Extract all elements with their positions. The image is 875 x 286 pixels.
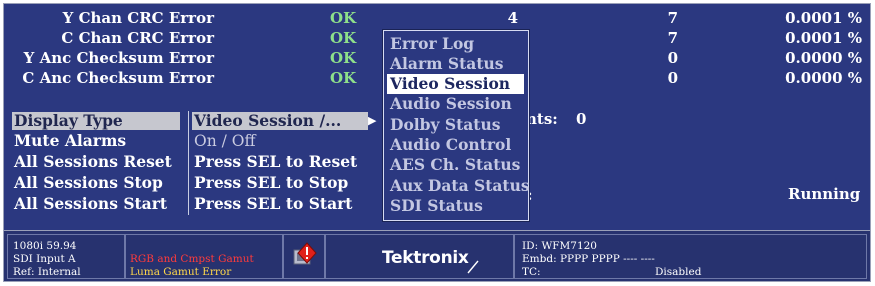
signal-info-box: 1080i 59.94 SDI Input A Ref: Internal [7,234,125,279]
menu-item-label: All Sessions Reset [14,152,172,171]
error-label: C Chan CRC Error [61,29,214,47]
events-label: nts: [526,110,558,128]
error-label: Y Anc Checksum Error [23,49,214,67]
error-status-ok: OK [330,29,357,47]
popup-item-audio-session[interactable]: Audio Session [390,94,524,114]
menu-item-value: Video Session /... [194,111,342,130]
waveform-monitor-screen: Y Chan CRC Error C Chan CRC Error Y Anc … [3,3,871,282]
popup-item-aux-data-status[interactable]: Aux Data Status [390,176,530,196]
error-label: Y Chan CRC Error [62,9,214,27]
popup-item-audio-control[interactable]: Audio Control [390,135,524,155]
error-count: 0 [667,69,678,87]
display-type-popup: Error Log Alarm Status Video Session Aud… [383,30,530,221]
events-value: 0 [576,110,587,128]
popup-item-alarm-status[interactable]: Alarm Status [390,54,524,74]
embedded-audio-status: Embd: PPPP PPPP ---- ---- [522,253,655,265]
menu-item-label: Display Type [14,111,123,130]
menu-item-label: Mute Alarms [14,131,127,150]
error-label: C Anc Checksum Error [22,69,214,87]
menu-row-mute-alarms[interactable]: Mute Alarms On / Off [10,131,372,151]
submenu-arrow-icon: ▶ [368,114,377,127]
gamut-luma-error: Luma Gamut Error [130,266,232,278]
popup-item-sdi-status[interactable]: SDI Status [390,196,524,216]
menu-item-value: On / Off [194,132,256,150]
menu-row-all-sessions-start[interactable]: All Sessions Start Press SEL to Start [10,194,372,214]
reference-source: Ref: Internal [13,266,81,278]
error-status-ok: OK [330,69,357,87]
error-percent: 0.0001 % [785,9,862,27]
video-input: SDI Input A [13,253,76,265]
menu-item-label: All Sessions Start [14,194,168,213]
menu-row-display-type[interactable]: Display Type Video Session /... ▶ [10,111,376,131]
menu-row-all-sessions-stop[interactable]: All Sessions Stop Press SEL to Stop [10,173,372,193]
logo-slash-icon [467,260,479,274]
alarm-indicator-box [283,234,325,279]
brand-box: Tektronix [325,234,514,279]
popup-item-error-log[interactable]: Error Log [390,34,524,54]
session-state: Running [788,185,861,203]
popup-item-dolby-status[interactable]: Dolby Status [390,115,524,135]
error-count-seconds: 4 [507,9,518,27]
status-bar: 1080i 59.94 SDI Input A Ref: Internal RG… [4,230,870,281]
menu-item-value: Press SEL to Stop [194,173,349,192]
popup-item-aes-ch-status[interactable]: AES Ch. Status [390,155,524,175]
menu-item-label: All Sessions Stop [14,173,163,192]
tektronix-logo: Tektronix [382,248,469,268]
video-format: 1080i 59.94 [13,240,77,252]
timecode-label: TC: [522,266,541,278]
error-percent: 0.0001 % [785,29,862,47]
timecode-value: Disabled [655,266,702,278]
error-percent: 0.0000 % [785,69,862,87]
error-count: 7 [667,29,678,47]
menu-item-value: Press SEL to Reset [194,152,358,171]
error-status-ok: OK [330,49,357,67]
settings-menu: Display Type Video Session /... ▶ Mute A… [10,111,376,215]
menu-item-value: Press SEL to Start [194,194,353,213]
error-count: 7 [667,9,678,27]
menu-row-all-sessions-reset[interactable]: All Sessions Reset Press SEL to Reset [10,152,372,172]
alarm-bell-icon [293,242,317,265]
error-count: 0 [667,49,678,67]
error-percent: 0.0000 % [785,49,862,67]
gamut-alarm-box: RGB and Cmpst Gamut Luma Gamut Error [125,234,283,279]
instrument-id: ID: WFM7120 [522,240,597,252]
gamut-rgb-error: RGB and Cmpst Gamut [130,253,254,265]
popup-item-video-session[interactable]: Video Session [387,74,524,94]
instrument-info-box: ID: WFM7120 Embd: PPPP PPPP ---- ---- TC… [514,234,867,279]
error-status-ok: OK [330,9,357,27]
